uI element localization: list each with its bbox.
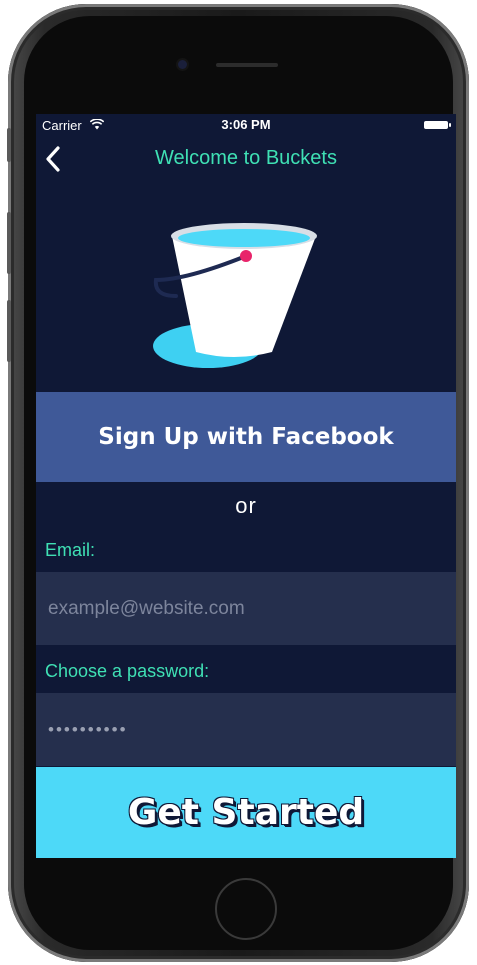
volume-down-button — [7, 300, 11, 362]
password-field[interactable] — [36, 693, 456, 766]
navigation-bar: Welcome to Buckets — [36, 136, 456, 184]
bucket-icon — [153, 223, 317, 368]
home-button[interactable] — [215, 878, 277, 940]
email-field[interactable] — [36, 572, 456, 645]
or-separator: or — [235, 493, 257, 518]
earpiece-speaker — [216, 63, 278, 67]
email-label: Email: — [45, 540, 96, 560]
volume-up-button — [7, 212, 11, 274]
password-label: Choose a password: — [45, 661, 210, 681]
facebook-signup-button[interactable]: Sign Up with Facebook — [36, 392, 456, 482]
status-bar: Carrier 3:06 PM — [36, 114, 456, 136]
page-title: Welcome to Buckets — [155, 147, 337, 169]
mute-switch — [7, 128, 11, 162]
front-camera — [178, 60, 187, 69]
app-screen: Carrier 3:06 PM Welcome to Buckets Sign … — [36, 114, 456, 858]
status-time: 3:06 PM — [221, 117, 271, 132]
battery-icon — [424, 121, 451, 129]
get-started-button[interactable]: Get Started — [36, 767, 456, 858]
